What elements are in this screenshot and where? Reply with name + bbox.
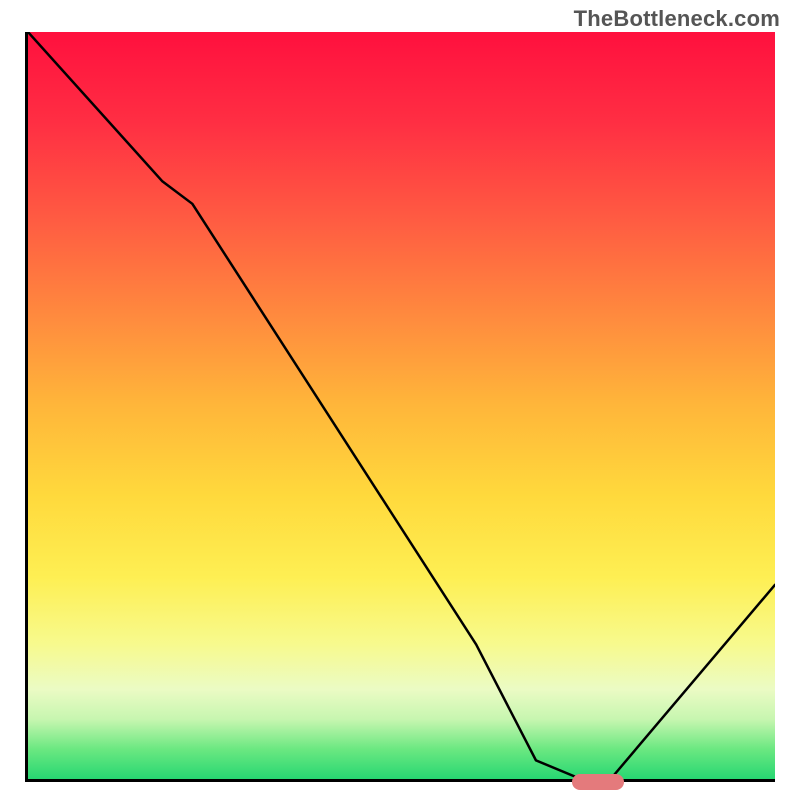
optimal-point-marker [572, 774, 624, 790]
chart-plot-area [25, 32, 775, 782]
page-root: TheBottleneck.com [0, 0, 800, 800]
bottleneck-curve [28, 32, 775, 779]
bottleneck-curve-path [28, 32, 775, 779]
watermark-text: TheBottleneck.com [574, 6, 780, 32]
